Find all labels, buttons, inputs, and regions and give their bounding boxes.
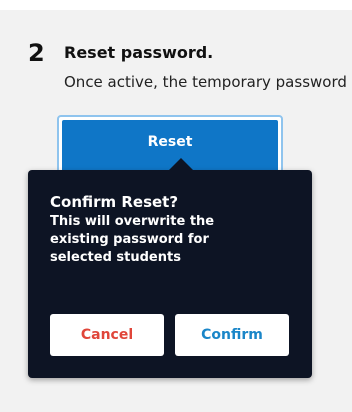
top-strip xyxy=(0,0,120,10)
confirm-reset-popover: Confirm Reset? This will overwrite the e… xyxy=(28,158,312,378)
step-number: 2 xyxy=(28,39,45,67)
step-title: Reset password. xyxy=(64,43,214,62)
cancel-button[interactable]: Cancel xyxy=(50,314,164,356)
popover-title: Confirm Reset? xyxy=(50,193,179,211)
popover-arrow xyxy=(169,158,193,170)
step-description: Once active, the temporary password xyxy=(64,73,347,91)
confirm-button[interactable]: Confirm xyxy=(175,314,289,356)
reset-password-panel: 2 Reset password. Once active, the tempo… xyxy=(0,10,352,412)
popover-message: This will overwrite the existing passwor… xyxy=(50,214,215,265)
